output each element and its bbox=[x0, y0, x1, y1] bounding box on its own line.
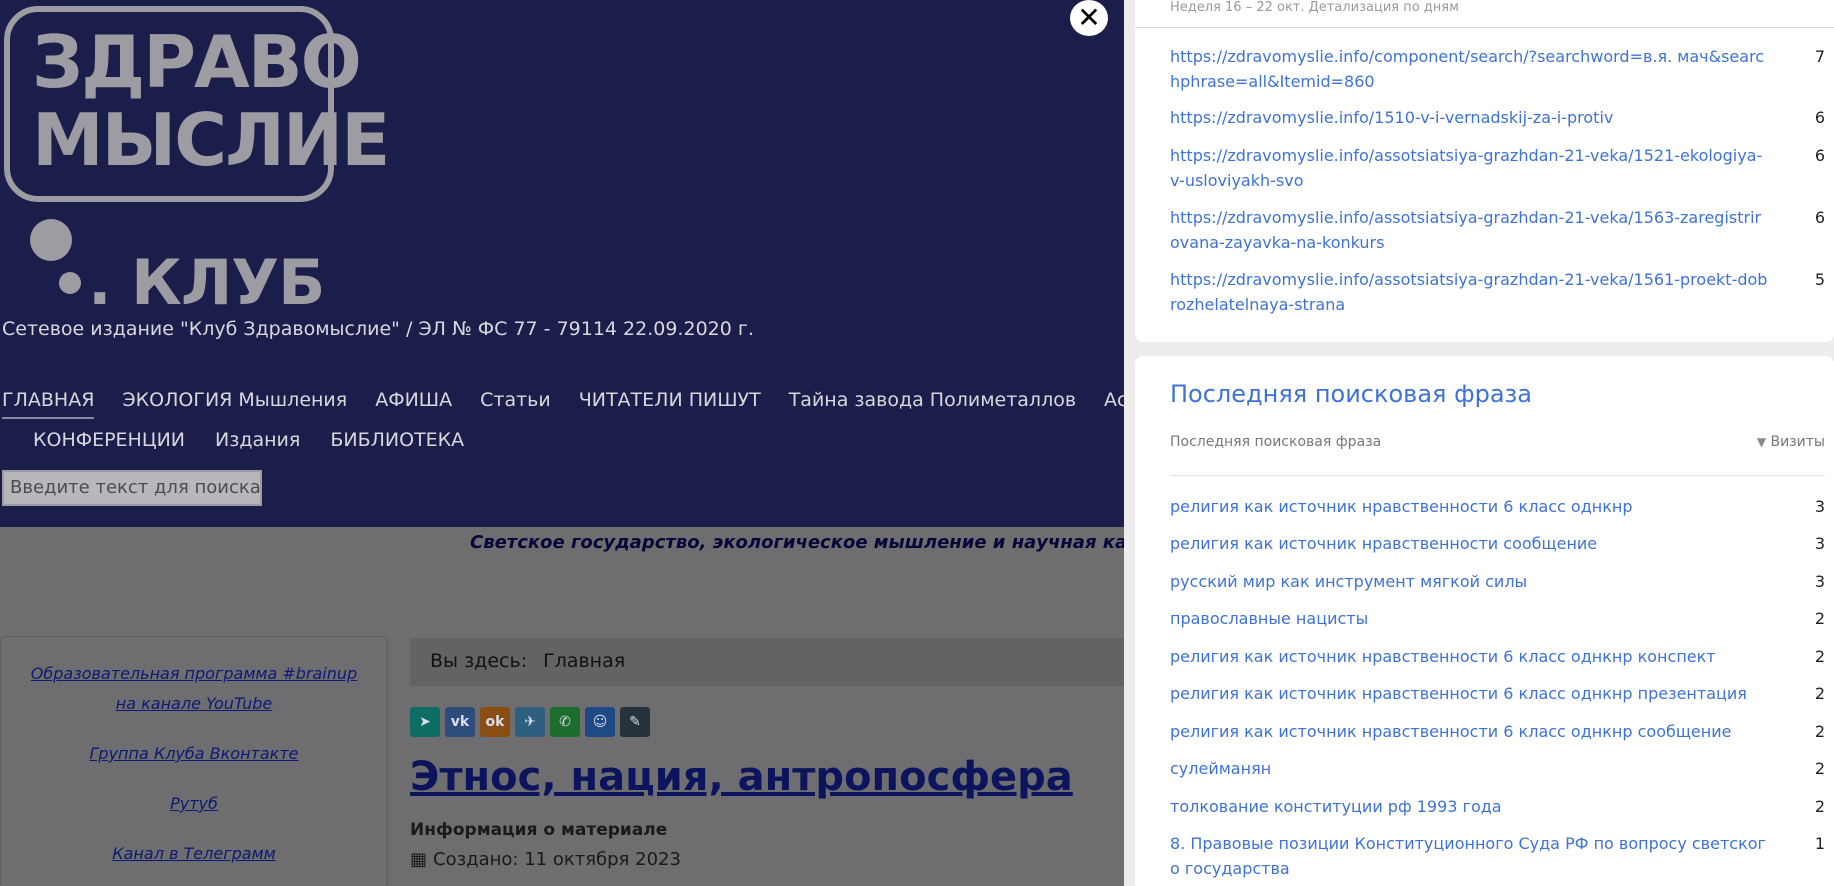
sidebar-link-brainup[interactable]: Образовательная программа #brainup на ка… bbox=[1, 659, 387, 719]
logo-text-line1: ЗДРАВО bbox=[32, 20, 362, 104]
table-row: религия как источник нравственности 6 кл… bbox=[1170, 681, 1825, 706]
table-row: https://zdravomyslie.info/1510-v-i-verna… bbox=[1170, 105, 1825, 130]
search-phrase-link[interactable]: православные нацисты bbox=[1170, 606, 1770, 631]
moimir-icon[interactable]: ☺ bbox=[585, 707, 615, 737]
table-row: сулейманян 2 bbox=[1170, 756, 1825, 781]
breadcrumb-label: Вы здесь: bbox=[430, 650, 528, 672]
breadcrumb-home-link[interactable]: Главная bbox=[543, 650, 625, 672]
table-row: религия как источник нравственности сооб… bbox=[1170, 531, 1825, 556]
search-phrase-link[interactable]: толкование конституции рф 1993 года bbox=[1170, 794, 1770, 819]
column-header-visits[interactable]: ▼ Визиты bbox=[1757, 434, 1825, 450]
search-phrase-link[interactable]: 8. Правовые позиции Конституционного Суд… bbox=[1170, 831, 1770, 881]
visits-count: 1 bbox=[1814, 834, 1825, 853]
share-icon[interactable]: ➤ bbox=[410, 707, 440, 737]
secondary-nav: КОНФЕРЕНЦИИ Издания БИБЛИОТЕКА bbox=[33, 429, 494, 451]
visits-header-label: Визиты bbox=[1770, 434, 1825, 450]
article-info-label: Информация о материале bbox=[410, 820, 668, 840]
visits-count: 3 bbox=[1814, 497, 1825, 516]
sidebar-link-telegram[interactable]: Канал в Телеграмм bbox=[1, 839, 387, 869]
nav-item-home[interactable]: ГЛАВНАЯ bbox=[2, 389, 95, 419]
logo-text-line2: МЫСЛИЕ bbox=[32, 98, 390, 182]
search-phrase-link[interactable]: религия как источник нравственности 6 кл… bbox=[1170, 719, 1770, 744]
nav-item-conferences[interactable]: КОНФЕРЕНЦИИ bbox=[33, 429, 185, 451]
page-url-link[interactable]: https://zdravomyslie.info/assotsiatsiya-… bbox=[1170, 205, 1770, 255]
nav-item-articles[interactable]: Статьи bbox=[480, 389, 551, 411]
created-text: Создано: 11 октября 2023 bbox=[433, 849, 681, 870]
pages-card: Неделя 16 – 22 окт. Детализация по дням … bbox=[1135, 0, 1834, 342]
telegram-icon[interactable]: ✈ bbox=[515, 707, 545, 737]
nav-item-polymetal[interactable]: Тайна завода Полиметаллов bbox=[789, 389, 1076, 411]
visits-count: 2 bbox=[1814, 797, 1825, 816]
pages-card-header: Неделя 16 – 22 окт. Детализация по дням bbox=[1135, 0, 1834, 28]
table-row: русский мир как инструмент мягкой силы 3 bbox=[1170, 569, 1825, 594]
table-header: Последняя поисковая фраза ▼ Визиты bbox=[1170, 434, 1825, 476]
vk-icon[interactable]: vk bbox=[445, 707, 475, 737]
visits-count: 2 bbox=[1814, 609, 1825, 628]
sort-down-icon: ▼ bbox=[1756, 435, 1767, 449]
column-header-phrase: Последняя поисковая фраза bbox=[1170, 434, 1382, 450]
search-phrase-link[interactable]: сулейманян bbox=[1170, 756, 1770, 781]
page-url-link[interactable]: https://zdravomyslie.info/assotsiatsiya-… bbox=[1170, 143, 1770, 193]
table-row: религия как источник нравственности 6 кл… bbox=[1170, 644, 1825, 669]
table-row: https://zdravomyslie.info/component/sear… bbox=[1170, 44, 1825, 94]
table-row: религия как источник нравственности 6 кл… bbox=[1170, 719, 1825, 744]
table-row: религия как источник нравственности 6 кл… bbox=[1170, 494, 1825, 519]
visits-count: 6 bbox=[1814, 146, 1825, 165]
sidebar-link-vk-group[interactable]: Группа Клуба Вконтакте bbox=[1, 739, 387, 769]
breadcrumb: Вы здесь: Главная bbox=[410, 638, 1130, 686]
table-row: православные нацисты 2 bbox=[1170, 606, 1825, 631]
search-phrase-link[interactable]: русский мир как инструмент мягкой силы bbox=[1170, 569, 1770, 594]
calendar-icon: ▦ bbox=[410, 849, 428, 870]
search-phrase-link[interactable]: религия как источник нравственности 6 кл… bbox=[1170, 644, 1770, 669]
period-label: Неделя 16 – 22 окт. Детализация по дням bbox=[1170, 0, 1459, 15]
article-created-date: ▦ Создано: 11 октября 2023 bbox=[410, 849, 681, 870]
page-url-link[interactable]: https://zdravomyslie.info/assotsiatsiya-… bbox=[1170, 267, 1770, 317]
page-url-link[interactable]: https://zdravomyslie.info/1510-v-i-verna… bbox=[1170, 105, 1770, 130]
nav-item-afisha[interactable]: АФИША bbox=[375, 389, 452, 411]
search-phrase-link[interactable]: религия как источник нравственности сооб… bbox=[1170, 531, 1770, 556]
visits-count: 2 bbox=[1814, 684, 1825, 703]
site-logo[interactable]: ЗДРАВО МЫСЛИЕ . КЛУБ bbox=[2, 4, 390, 314]
section-title[interactable]: Последняя поисковая фраза bbox=[1170, 380, 1532, 408]
close-panel-button[interactable]: ✕ bbox=[1070, 0, 1108, 36]
ok-icon[interactable]: ok bbox=[480, 707, 510, 737]
search-phrase-card: Последняя поисковая фраза Последняя поис… bbox=[1135, 356, 1834, 886]
registration-text: Сетевое издание "Клуб Здравомыслие" / ЭЛ… bbox=[2, 318, 754, 340]
table-row: https://zdravomyslie.info/assotsiatsiya-… bbox=[1170, 267, 1825, 317]
visits-count: 6 bbox=[1814, 208, 1825, 227]
table-row: толкование конституции рф 1993 года 2 bbox=[1170, 794, 1825, 819]
whatsapp-icon[interactable]: ✆ bbox=[550, 707, 580, 737]
logo-dot-icon bbox=[30, 219, 72, 261]
close-icon: ✕ bbox=[1077, 1, 1101, 34]
table-row: 8. Правовые позиции Конституционного Суд… bbox=[1170, 831, 1825, 881]
nav-item-readers[interactable]: ЧИТАТЕЛИ ПИШУТ bbox=[579, 389, 761, 411]
sidebar-link-rutube[interactable]: Рутуб bbox=[1, 789, 387, 819]
main-nav: ГЛАВНАЯ ЭКОЛОГИЯ Мышления АФИША Статьи ЧИТАТ… bbox=[2, 389, 1251, 419]
site-search-input[interactable]: Введите текст для поиска... bbox=[2, 470, 262, 506]
logo-club-text: . КЛУБ bbox=[88, 246, 325, 319]
visits-count: 2 bbox=[1814, 647, 1825, 666]
livejournal-icon[interactable]: ✎ bbox=[620, 707, 650, 737]
nav-item-ecology[interactable]: ЭКОЛОГИЯ Мышления bbox=[122, 389, 347, 411]
report-panel: Неделя 16 – 22 окт. Детализация по дням … bbox=[1124, 0, 1834, 886]
share-buttons: ➤ vk ok ✈ ✆ ☺ ✎ bbox=[410, 707, 650, 737]
visits-count: 7 bbox=[1814, 47, 1825, 66]
visits-count: 3 bbox=[1814, 572, 1825, 591]
visits-count: 2 bbox=[1814, 759, 1825, 778]
article-title[interactable]: Этнос, нация, антропосфера bbox=[410, 754, 1073, 800]
visits-count: 3 bbox=[1814, 534, 1825, 553]
table-row: https://zdravomyslie.info/assotsiatsiya-… bbox=[1170, 205, 1825, 255]
search-phrase-link[interactable]: религия как источник нравственности 6 кл… bbox=[1170, 494, 1770, 519]
visits-count: 2 bbox=[1814, 722, 1825, 741]
table-row: https://zdravomyslie.info/assotsiatsiya-… bbox=[1170, 143, 1825, 193]
visits-count: 6 bbox=[1814, 108, 1825, 127]
nav-item-library[interactable]: БИБЛИОТЕКА bbox=[330, 429, 464, 451]
visits-count: 5 bbox=[1814, 270, 1825, 289]
nav-item-publications[interactable]: Издания bbox=[215, 429, 300, 451]
logo-dot-small-icon bbox=[59, 272, 81, 294]
site-sidebar: Образовательная программа #brainup на ка… bbox=[0, 636, 388, 886]
search-phrase-link[interactable]: религия как источник нравственности 6 кл… bbox=[1170, 681, 1770, 706]
page-url-link[interactable]: https://zdravomyslie.info/component/sear… bbox=[1170, 44, 1770, 94]
